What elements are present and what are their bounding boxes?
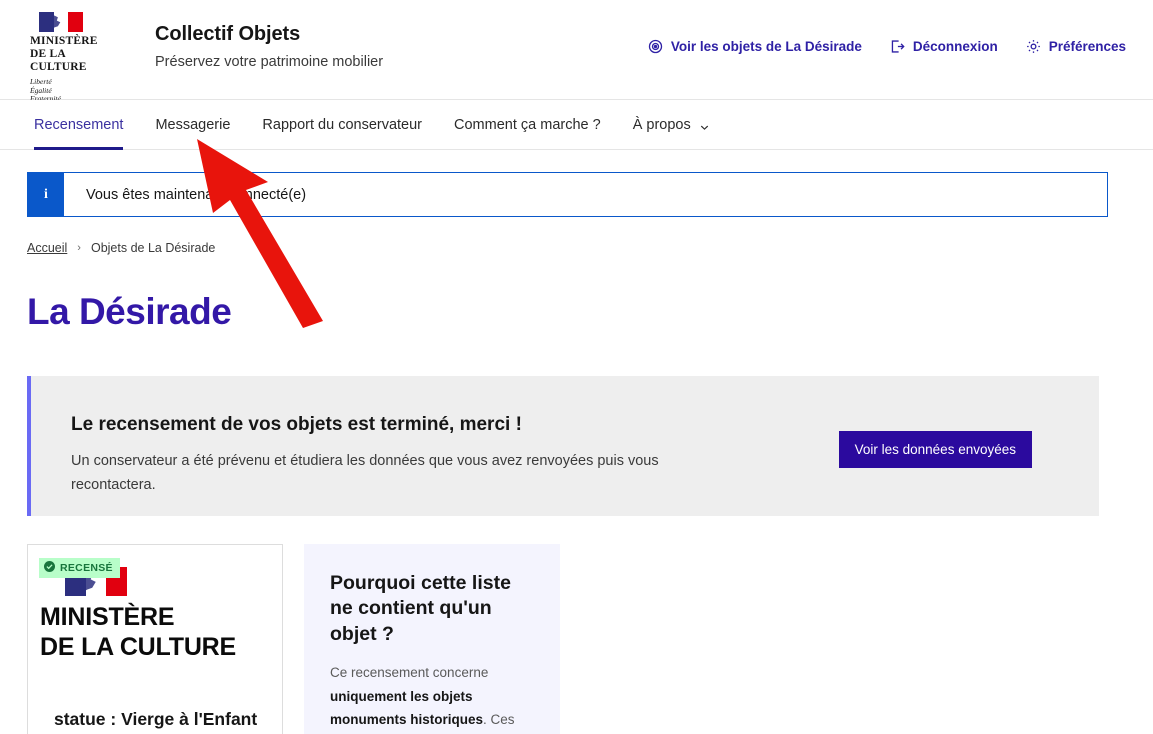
nav-item-recensement[interactable]: Recensement bbox=[27, 100, 139, 150]
ministry-line-2: DE LA CULTURE bbox=[30, 48, 87, 73]
site-tagline: Préservez votre patrimoine mobilier bbox=[155, 54, 384, 70]
ministry-name: MINISTÈRE DE LA CULTURE bbox=[30, 35, 98, 74]
thumbnail-line-2: DE LA CULTURE bbox=[40, 633, 236, 661]
nav-item-a-propos[interactable]: À propos bbox=[617, 100, 725, 149]
breadcrumb: Accueil › Objets de La Désirade bbox=[27, 241, 1126, 255]
callout-text: Un conservateur a été prévenu et étudier… bbox=[71, 453, 659, 493]
view-objects-label: Voir les objets de La Désirade bbox=[670, 39, 862, 54]
thumbnail-line-1: MINISTÈRE bbox=[40, 603, 175, 631]
status-badge: RECENSÉ bbox=[39, 558, 120, 578]
cards-row: RECENSÉ MINISTÈRE DE LA CULTURE statue :… bbox=[27, 544, 1126, 734]
nav-label-comment: Comment ça marche ? bbox=[454, 116, 601, 133]
ministry-line-1: MINISTÈRE bbox=[30, 35, 98, 47]
nav-item-messagerie[interactable]: Messagerie bbox=[139, 100, 246, 149]
nav-label-recensement: Recensement bbox=[34, 116, 124, 133]
flash-alert: i Vous êtes maintenant connecté(e) bbox=[27, 172, 1108, 217]
info-icon: i bbox=[28, 173, 64, 216]
logout-link[interactable]: Déconnexion bbox=[890, 39, 998, 54]
chevron-down-icon bbox=[700, 120, 709, 130]
nav-label-rapport: Rapport du conservateur bbox=[262, 116, 423, 133]
alert-message: Vous êtes maintenant connecté(e) bbox=[86, 186, 307, 203]
object-card-title: statue : Vierge à l'Enfant bbox=[54, 709, 258, 729]
info-card-title: Pourquoi cette liste ne contient qu'un o… bbox=[330, 572, 511, 645]
nav-item-rapport-conservateur[interactable]: Rapport du conservateur bbox=[246, 100, 438, 149]
info-card-text: Ce recensement concerne uniquement les o… bbox=[330, 661, 534, 734]
brand-logo[interactable]: MINISTÈRE DE LA CULTURE Liberté Égalité … bbox=[28, 12, 98, 104]
thumbnail-text: MINISTÈRE DE LA CULTURE bbox=[33, 602, 282, 662]
breadcrumb-home[interactable]: Accueil bbox=[27, 241, 67, 255]
nav-item-comment-ca-marche[interactable]: Comment ça marche ? bbox=[438, 100, 617, 149]
info-text-part1: Ce recensement concerne bbox=[330, 665, 489, 681]
gear-icon bbox=[1026, 39, 1041, 54]
marianne-logo: MINISTÈRE DE LA CULTURE Liberté Égalité … bbox=[28, 12, 98, 104]
nav-label-a-propos: À propos bbox=[632, 116, 691, 133]
status-badge-label: RECENSÉ bbox=[60, 562, 113, 574]
recensement-callout: Le recensement de vos objets est terminé… bbox=[27, 376, 1099, 516]
header-links: Voir les objets de La Désirade Déconnexi… bbox=[648, 39, 1126, 54]
main-navigation: Recensement Messagerie Rapport du conser… bbox=[0, 100, 1153, 150]
breadcrumb-separator-icon: › bbox=[77, 242, 81, 254]
logout-icon bbox=[890, 39, 905, 54]
logout-label: Déconnexion bbox=[912, 39, 998, 54]
info-card: Pourquoi cette liste ne contient qu'un o… bbox=[304, 544, 560, 734]
breadcrumb-current: Objets de La Désirade bbox=[90, 241, 216, 255]
eye-icon bbox=[648, 39, 663, 54]
info-text-bold: uniquement les objets monuments historiq… bbox=[330, 688, 484, 728]
object-card[interactable]: RECENSÉ MINISTÈRE DE LA CULTURE statue :… bbox=[27, 544, 283, 734]
view-objects-link[interactable]: Voir les objets de La Désirade bbox=[648, 39, 862, 54]
page-root: MINISTÈRE DE LA CULTURE Liberté Égalité … bbox=[0, 0, 1153, 734]
check-circle-icon bbox=[44, 561, 55, 575]
site-header: MINISTÈRE DE LA CULTURE Liberté Égalité … bbox=[0, 0, 1153, 103]
site-identity: Collectif Objets Préservez votre patrimo… bbox=[155, 23, 383, 70]
main-content: i Vous êtes maintenant connecté(e) Accue… bbox=[0, 172, 1153, 734]
nav-label-messagerie: Messagerie bbox=[155, 116, 231, 133]
view-sent-data-button[interactable]: Voir les données envoyées bbox=[838, 431, 1032, 468]
french-flag-icon bbox=[39, 12, 83, 32]
page-title: La Désirade bbox=[27, 291, 232, 332]
preferences-label: Préférences bbox=[1048, 39, 1126, 54]
preferences-link[interactable]: Préférences bbox=[1026, 39, 1126, 54]
site-title: Collectif Objets bbox=[155, 23, 301, 45]
